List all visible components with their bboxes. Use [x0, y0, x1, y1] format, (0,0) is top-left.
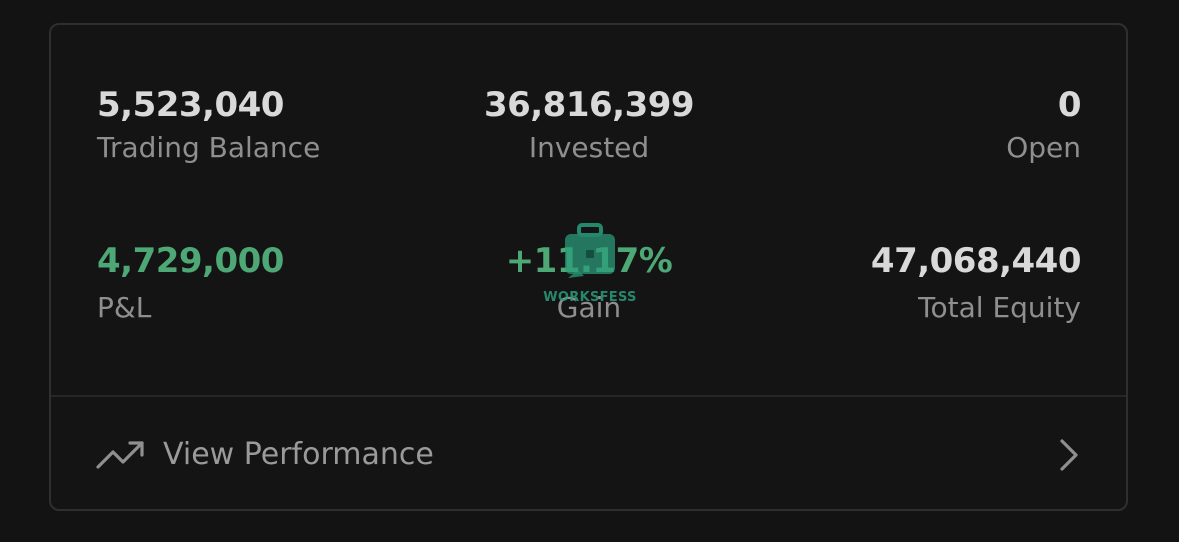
- stat-open: 0 Open: [1006, 85, 1081, 165]
- stat-gain: +11.17% Gain: [439, 241, 739, 325]
- pnl-value: 4,729,000: [97, 241, 284, 281]
- portfolio-summary-card: 5,523,040 Trading Balance 36,816,399 Inv…: [49, 23, 1128, 511]
- invested-label: Invested: [528, 131, 650, 164]
- trading-balance-label: Trading Balance: [97, 131, 321, 164]
- open-label: Open: [1006, 131, 1081, 164]
- trading-balance-value: 5,523,040: [97, 85, 284, 125]
- view-performance-button[interactable]: View Performance: [51, 397, 1126, 509]
- chevron-right-icon: [1060, 439, 1078, 471]
- open-value: 0: [1057, 85, 1082, 125]
- invested-value: 36,816,399: [483, 85, 695, 125]
- total-equity-value: 47,068,440: [870, 241, 1082, 281]
- trending-up-icon: [96, 441, 144, 469]
- stat-pnl: 4,729,000 P&L: [97, 241, 284, 325]
- view-performance-label: View Performance: [163, 437, 434, 472]
- gain-value: +11.17%: [505, 241, 673, 281]
- pnl-label: P&L: [97, 291, 152, 324]
- total-equity-label: Total Equity: [918, 291, 1081, 324]
- stat-invested: 36,816,399 Invested: [439, 85, 739, 165]
- stat-total-equity: 47,068,440 Total Equity: [870, 241, 1082, 325]
- gain-label: Gain: [556, 291, 622, 324]
- stat-trading-balance: 5,523,040 Trading Balance: [97, 85, 320, 165]
